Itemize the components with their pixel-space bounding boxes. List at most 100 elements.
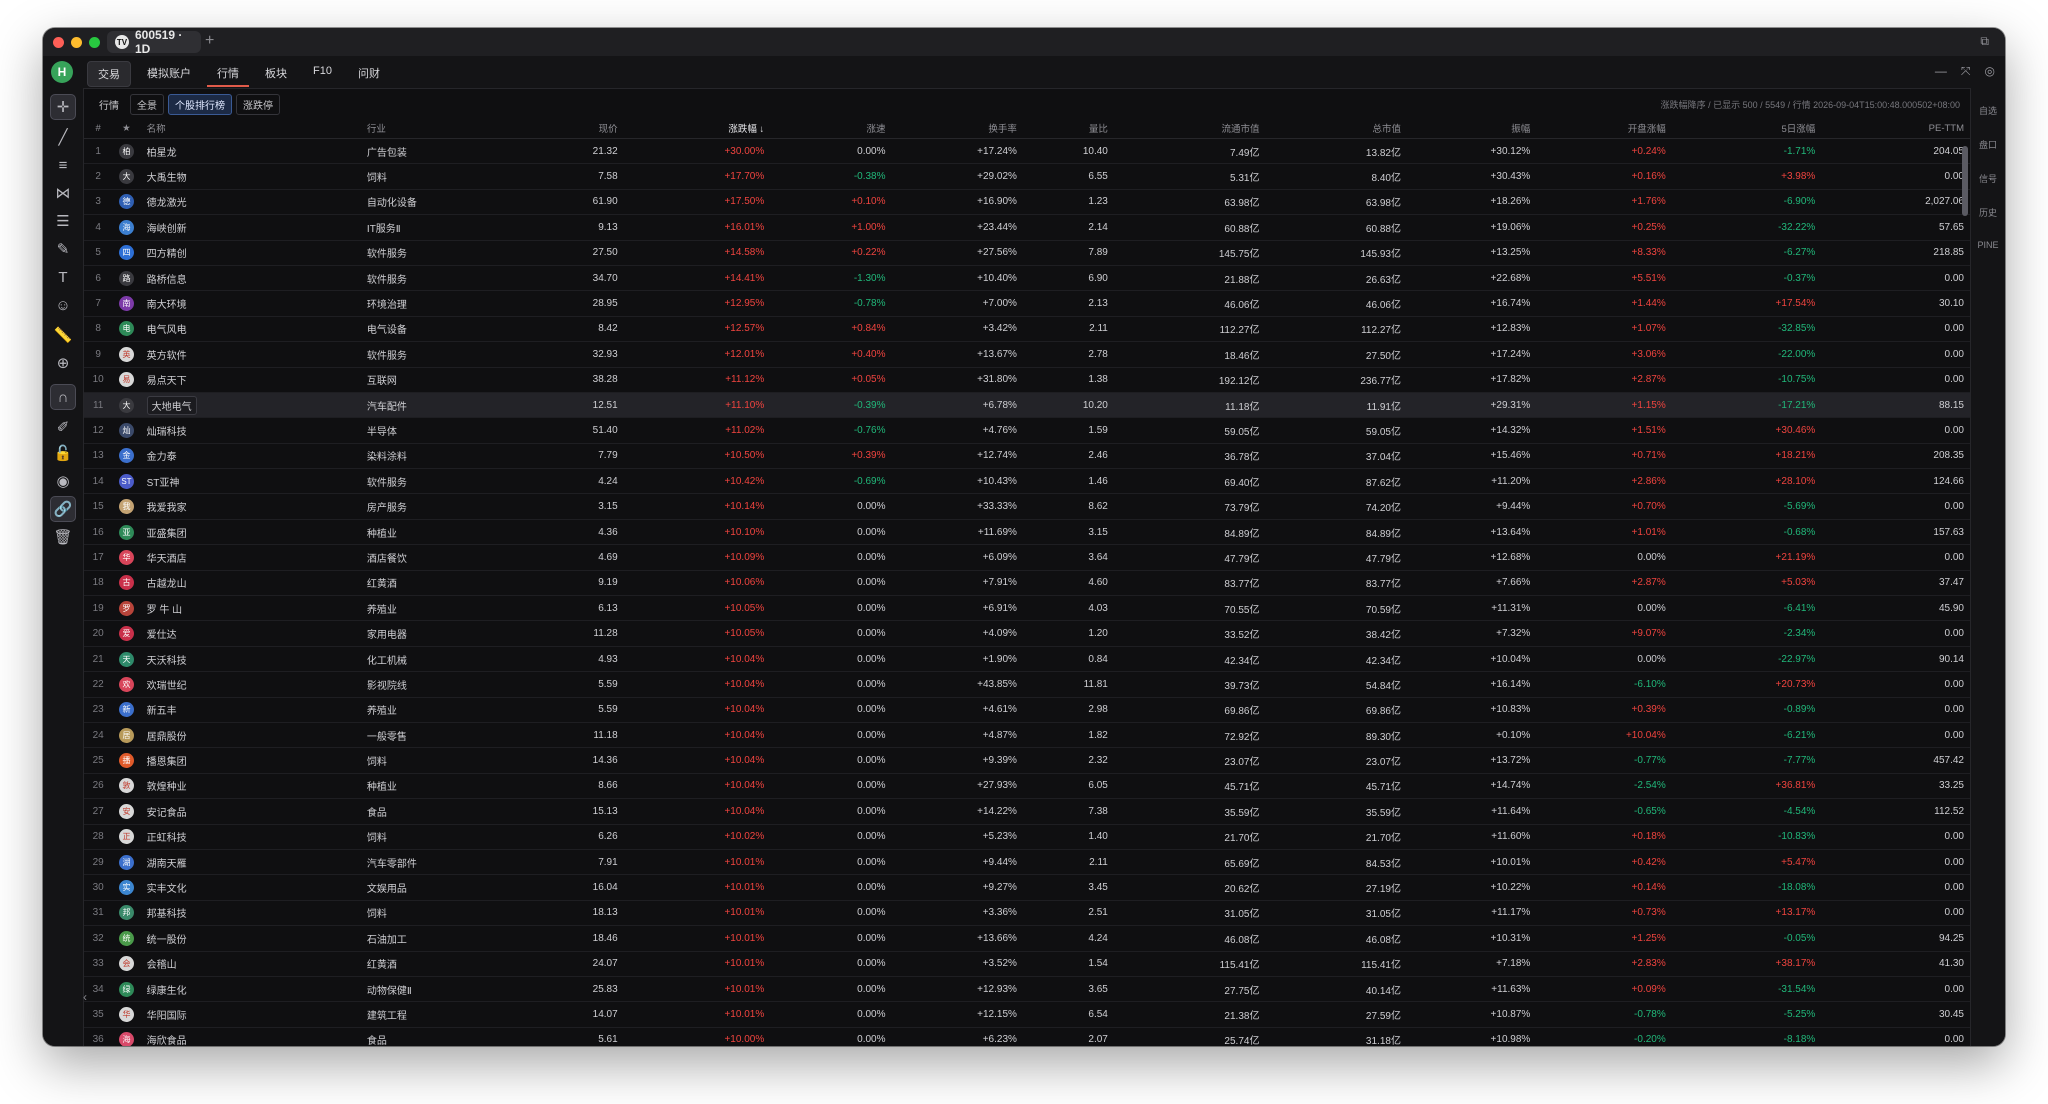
zoom-icon[interactable]: ⊕: [50, 350, 76, 376]
menu-market[interactable]: 行情: [207, 61, 249, 87]
tab-limit-up-down[interactable]: 涨跌停: [236, 94, 280, 115]
projection-icon[interactable]: ☰: [50, 208, 76, 234]
table-row[interactable]: 6 路路桥信息 软件服务 34.70 +14.41% -1.30% +10.40% 6.90 2…: [84, 265, 1970, 292]
turnover: +10.40%: [891, 265, 1023, 292]
col-star[interactable]: ★: [112, 118, 141, 139]
pattern-icon[interactable]: ⋈: [50, 180, 76, 206]
table-row[interactable]: 22 欢欢瑞世纪 影视院线 5.59 +10.04% 0.00% +43.85% 11.81 3…: [84, 671, 1970, 698]
magnet-icon[interactable]: ∩: [50, 384, 76, 410]
col-change-pct[interactable]: 涨跌幅 ↓: [623, 118, 771, 139]
col-price[interactable]: 现价: [512, 118, 624, 139]
table-row[interactable]: 13 金金力泰 染料涂料 7.79 +10.50% +0.39% +12.74% 2.46 36…: [84, 443, 1970, 470]
minimize-panel-icon[interactable]: —: [1935, 64, 1947, 79]
col-index[interactable]: #: [84, 118, 113, 139]
price: 7.79: [512, 443, 624, 470]
table-row[interactable]: 8 电电气风电 电气设备 8.42 +12.57% +0.84% +3.42% 2.11 112…: [84, 316, 1970, 343]
table-row[interactable]: 18 古古越龙山 红黄酒 9.19 +10.06% 0.00% +7.91% 4.60 83.7…: [84, 570, 1970, 597]
menu-trade[interactable]: 交易: [87, 61, 131, 87]
table-row[interactable]: 32 统统一股份 石油加工 18.46 +10.01% 0.00% +13.66% 4.24 4…: [84, 925, 1970, 952]
tab-stock-ranking[interactable]: 个股排行榜: [168, 94, 232, 115]
crosshair-icon[interactable]: ✛: [50, 94, 76, 120]
table-row[interactable]: 7 南南大环境 环境治理 28.95 +12.95% -0.78% +7.00% 2.13 46…: [84, 290, 1970, 317]
col-turnover[interactable]: 换手率: [891, 118, 1023, 139]
table-row[interactable]: 12 灿灿瑞科技 半导体 51.40 +11.02% -0.76% +4.76% 1.59 59…: [84, 417, 1970, 444]
table-row[interactable]: 1 柏柏星龙 广告包装 21.32 +30.00% 0.00% +17.24% 10.40 7.…: [84, 138, 1970, 165]
table-row[interactable]: 25 播播恩集团 饲料 14.36 +10.04% 0.00% +9.39% 2.32 23.0…: [84, 747, 1970, 774]
table-row[interactable]: 11 大大地电气 汽车配件 12.51 +11.10% -0.39% +6.78% 10.20…: [84, 392, 1970, 419]
col-total-mktcap[interactable]: 总市值: [1265, 118, 1407, 139]
collapse-toolbar-icon[interactable]: ‹: [83, 990, 87, 1004]
col-industry[interactable]: 行业: [360, 118, 513, 139]
minimize-window-button[interactable]: [71, 37, 82, 48]
trash-icon[interactable]: 🗑: [50, 524, 76, 550]
col-pe-ttm[interactable]: PE-TTM: [1821, 118, 1970, 139]
table-row[interactable]: 16 亚亚盛集团 种植业 4.36 +10.10% 0.00% +11.69% 3.15 84.…: [84, 519, 1970, 546]
col-5d-change[interactable]: 5日涨幅: [1671, 118, 1822, 139]
lock-drawing-icon[interactable]: ✐: [50, 414, 76, 440]
table-row[interactable]: 3 德德龙激光 自动化设备 61.90 +17.50% +0.10% +16.90% 1.23…: [84, 189, 1970, 216]
close-window-button[interactable]: [53, 37, 64, 48]
stock-logo-icon: 绿: [118, 981, 134, 997]
volume-ratio: 7.38: [1022, 798, 1114, 825]
eye-icon[interactable]: ◉: [50, 468, 76, 494]
emoji-icon[interactable]: ☺: [50, 292, 76, 318]
table-row[interactable]: 26 敦敦煌种业 种植业 8.66 +10.04% 0.00% +27.93% 6.05 45.…: [84, 773, 1970, 800]
menu-wencai[interactable]: 问财: [348, 61, 390, 87]
brush-icon[interactable]: ✎: [50, 236, 76, 262]
table-row[interactable]: 35 华华阳国际 建筑工程 14.07 +10.01% 0.00% +12.15% 6.54 2…: [84, 1001, 1970, 1028]
ruler-icon[interactable]: 📏: [50, 322, 76, 348]
table-row[interactable]: 9 英英方软件 软件服务 32.93 +12.01% +0.40% +13.67% 2.78 1…: [84, 341, 1970, 368]
zoom-window-button[interactable]: [89, 37, 100, 48]
table-row[interactable]: 10 易易点天下 互联网 38.28 +11.12% +0.05% +31.80% 1.38 1…: [84, 367, 1970, 393]
layout-icon[interactable]: ⧉: [1980, 34, 1989, 49]
sidebar-item-pine[interactable]: PINE: [1971, 240, 2005, 250]
col-volume-ratio[interactable]: 量比: [1022, 118, 1114, 139]
ranking-table: # ★ 名称 行业 现价 涨跌幅 ↓ 涨速 换手率 量比 流通市值 总市值 振幅…: [84, 118, 1970, 1046]
new-tab-icon[interactable]: +: [205, 32, 214, 50]
table-row[interactable]: 33 会会稽山 红黄酒 24.07 +10.01% 0.00% +3.52% 1.54 115.…: [84, 951, 1970, 977]
sidebar-item-watchlist[interactable]: 自选: [1971, 104, 2005, 117]
col-speed[interactable]: 涨速: [770, 118, 892, 139]
table-row[interactable]: 24 居居鼎股份 一般零售 11.18 +10.04% 0.00% +4.87% 1.82 72…: [84, 722, 1970, 749]
col-float-mktcap[interactable]: 流通市值: [1113, 118, 1266, 139]
menu-sectors[interactable]: 板块: [255, 61, 297, 87]
avatar[interactable]: H: [51, 61, 73, 83]
table-row[interactable]: 27 安安记食品 食品 15.13 +10.04% 0.00% +14.22% 7.38 35.…: [84, 798, 1970, 825]
table-row[interactable]: 19 罗罗 牛 山养殖业 6.13 +10.05% 0.00% +6.91% 4.03 70.…: [84, 595, 1970, 622]
table-row[interactable]: 28 正正虹科技 饲料 6.26 +10.02% 0.00% +5.23% 1.40 21.70…: [84, 824, 1970, 850]
fib-icon[interactable]: ≡: [50, 152, 76, 178]
menu-paper-account[interactable]: 模拟账户: [137, 61, 201, 87]
table-row[interactable]: 4 海海峡创新 IT服务Ⅱ 9.13 +16.01% +1.00% +23.44% 2.14 6…: [84, 214, 1970, 241]
col-amplitude[interactable]: 振幅: [1406, 118, 1537, 139]
table-row[interactable]: 14 ST ST亚神 软件服务 4.24 +10.42% -0.69% +10.43% 1.46…: [84, 468, 1970, 495]
text-icon[interactable]: T: [50, 264, 76, 290]
col-name[interactable]: 名称: [140, 118, 361, 139]
chart-tab[interactable]: TV 600519 · 1D: [107, 28, 201, 56]
fullscreen-icon[interactable]: ⤧: [1961, 64, 1971, 79]
table-row[interactable]: 29 湖湖南天雁 汽车零部件 7.91 +10.01% 0.00% +9.44% 2.11 65…: [84, 849, 1970, 876]
table-row[interactable]: 21 天天沃科技 化工机械 4.93 +10.04% 0.00% +1.90% 0.84 42.…: [84, 646, 1970, 673]
sidebar-item-orderbook[interactable]: 盘口: [1971, 138, 2005, 151]
table-row[interactable]: 17 华华天酒店 酒店餐饮 4.69 +10.09% 0.00% +6.09% 3.64 47.…: [84, 544, 1970, 571]
link-icon[interactable]: 🔗: [50, 496, 76, 522]
table-row[interactable]: 2 大大禹生物 饲料 7.58 +17.70% -0.38% +29.02% 6.55 5.31…: [84, 163, 1970, 190]
table-row[interactable]: 15 我我爱我家 房产服务 3.15 +10.14% 0.00% +33.33% 8.62 73…: [84, 493, 1970, 520]
table-row[interactable]: 20 爱爱仕达 家用电器 11.28 +10.05% 0.00% +4.09% 1.20 33.…: [84, 620, 1970, 647]
camera-icon[interactable]: ◎: [1985, 64, 1995, 79]
lock-icon[interactable]: 🔓: [50, 440, 76, 466]
table-row[interactable]: 34 绿绿康生化 动物保健Ⅱ 25.83 +10.01% 0.00% +12.93% 3.65…: [84, 976, 1970, 1003]
table-row[interactable]: 30 实实丰文化 文娱用品 16.04 +10.01% 0.00% +9.27% 3.45 20…: [84, 874, 1970, 901]
scrollbar[interactable]: [1962, 146, 1968, 216]
table-row[interactable]: 23 新新五丰 养殖业 5.59 +10.04% 0.00% +4.61% 2.98 69.86…: [84, 697, 1970, 723]
sidebar-item-history[interactable]: 历史: [1971, 206, 2005, 219]
col-open-change[interactable]: 开盘涨幅: [1536, 118, 1672, 139]
sidebar-item-signals[interactable]: 信号: [1971, 172, 2005, 185]
tab-market[interactable]: 行情: [92, 94, 126, 115]
menu-f10[interactable]: F10: [303, 61, 342, 87]
table-row[interactable]: 31 邦邦基科技 饲料 18.13 +10.01% 0.00% +3.36% 2.51 31.0…: [84, 900, 1970, 927]
trend-line-icon[interactable]: ╱: [50, 124, 76, 150]
stock-name[interactable]: 大地电气: [146, 395, 197, 415]
table-row[interactable]: 36 海海欣食品 食品 5.61 +10.00% 0.00% +6.23% 2.07 25.74…: [84, 1027, 1970, 1046]
table-row[interactable]: 5 四四方精创 软件服务 27.50 +14.58% +0.22% +27.56% 7.89 1…: [84, 240, 1970, 266]
tab-overview[interactable]: 全景: [130, 94, 164, 115]
